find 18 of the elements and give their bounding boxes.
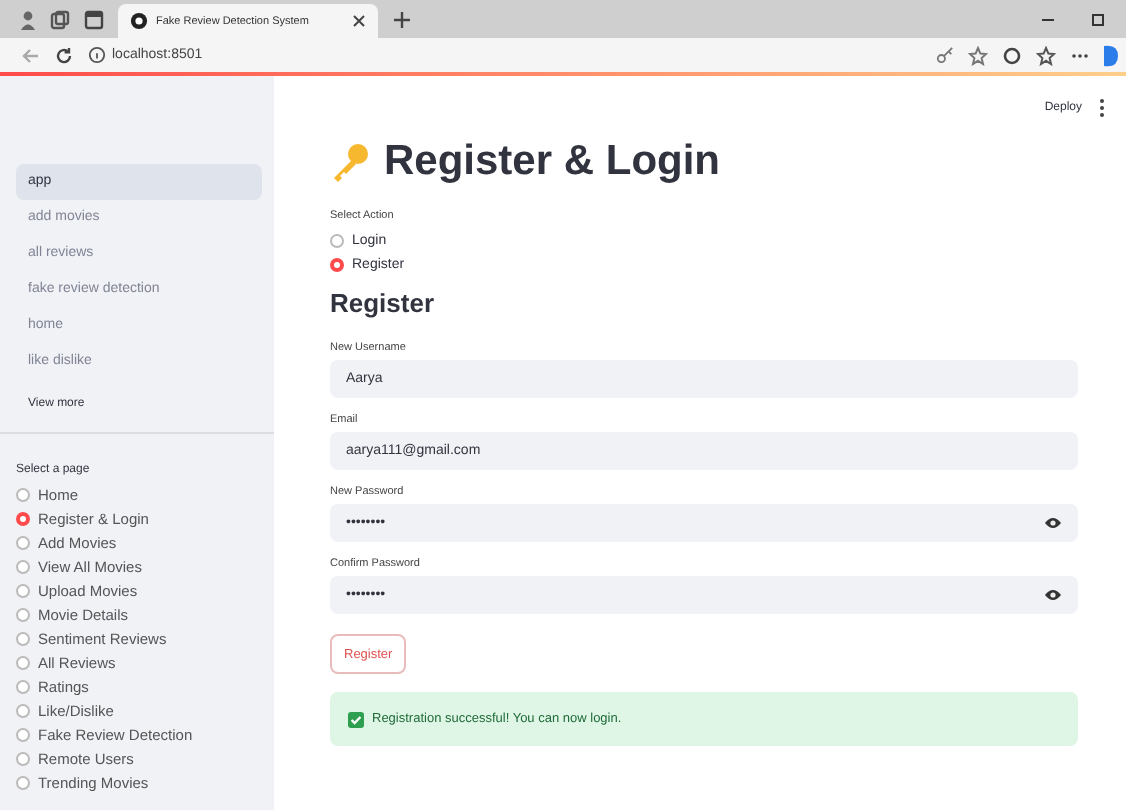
- new-tab-icon[interactable]: [392, 9, 412, 29]
- info-icon[interactable]: [88, 46, 106, 64]
- favorites-icon[interactable]: [1036, 45, 1056, 65]
- maximize-icon[interactable]: [1090, 11, 1106, 27]
- close-icon[interactable]: [352, 14, 366, 28]
- key-icon: [330, 142, 370, 182]
- eye-icon[interactable]: [1044, 516, 1062, 530]
- key-icon[interactable]: [936, 46, 954, 64]
- tab-actions-icon[interactable]: [84, 9, 104, 29]
- star-icon[interactable]: [968, 45, 988, 65]
- more-icon[interactable]: [1098, 98, 1106, 118]
- site-icon: [130, 12, 148, 30]
- eye-icon[interactable]: [1044, 588, 1062, 602]
- check-icon: [348, 711, 364, 727]
- section-heading: Register: [330, 288, 435, 318]
- collections-icon[interactable]: [50, 9, 70, 29]
- profile-icon[interactable]: [20, 9, 36, 29]
- page-title: Register & Login: [384, 138, 721, 186]
